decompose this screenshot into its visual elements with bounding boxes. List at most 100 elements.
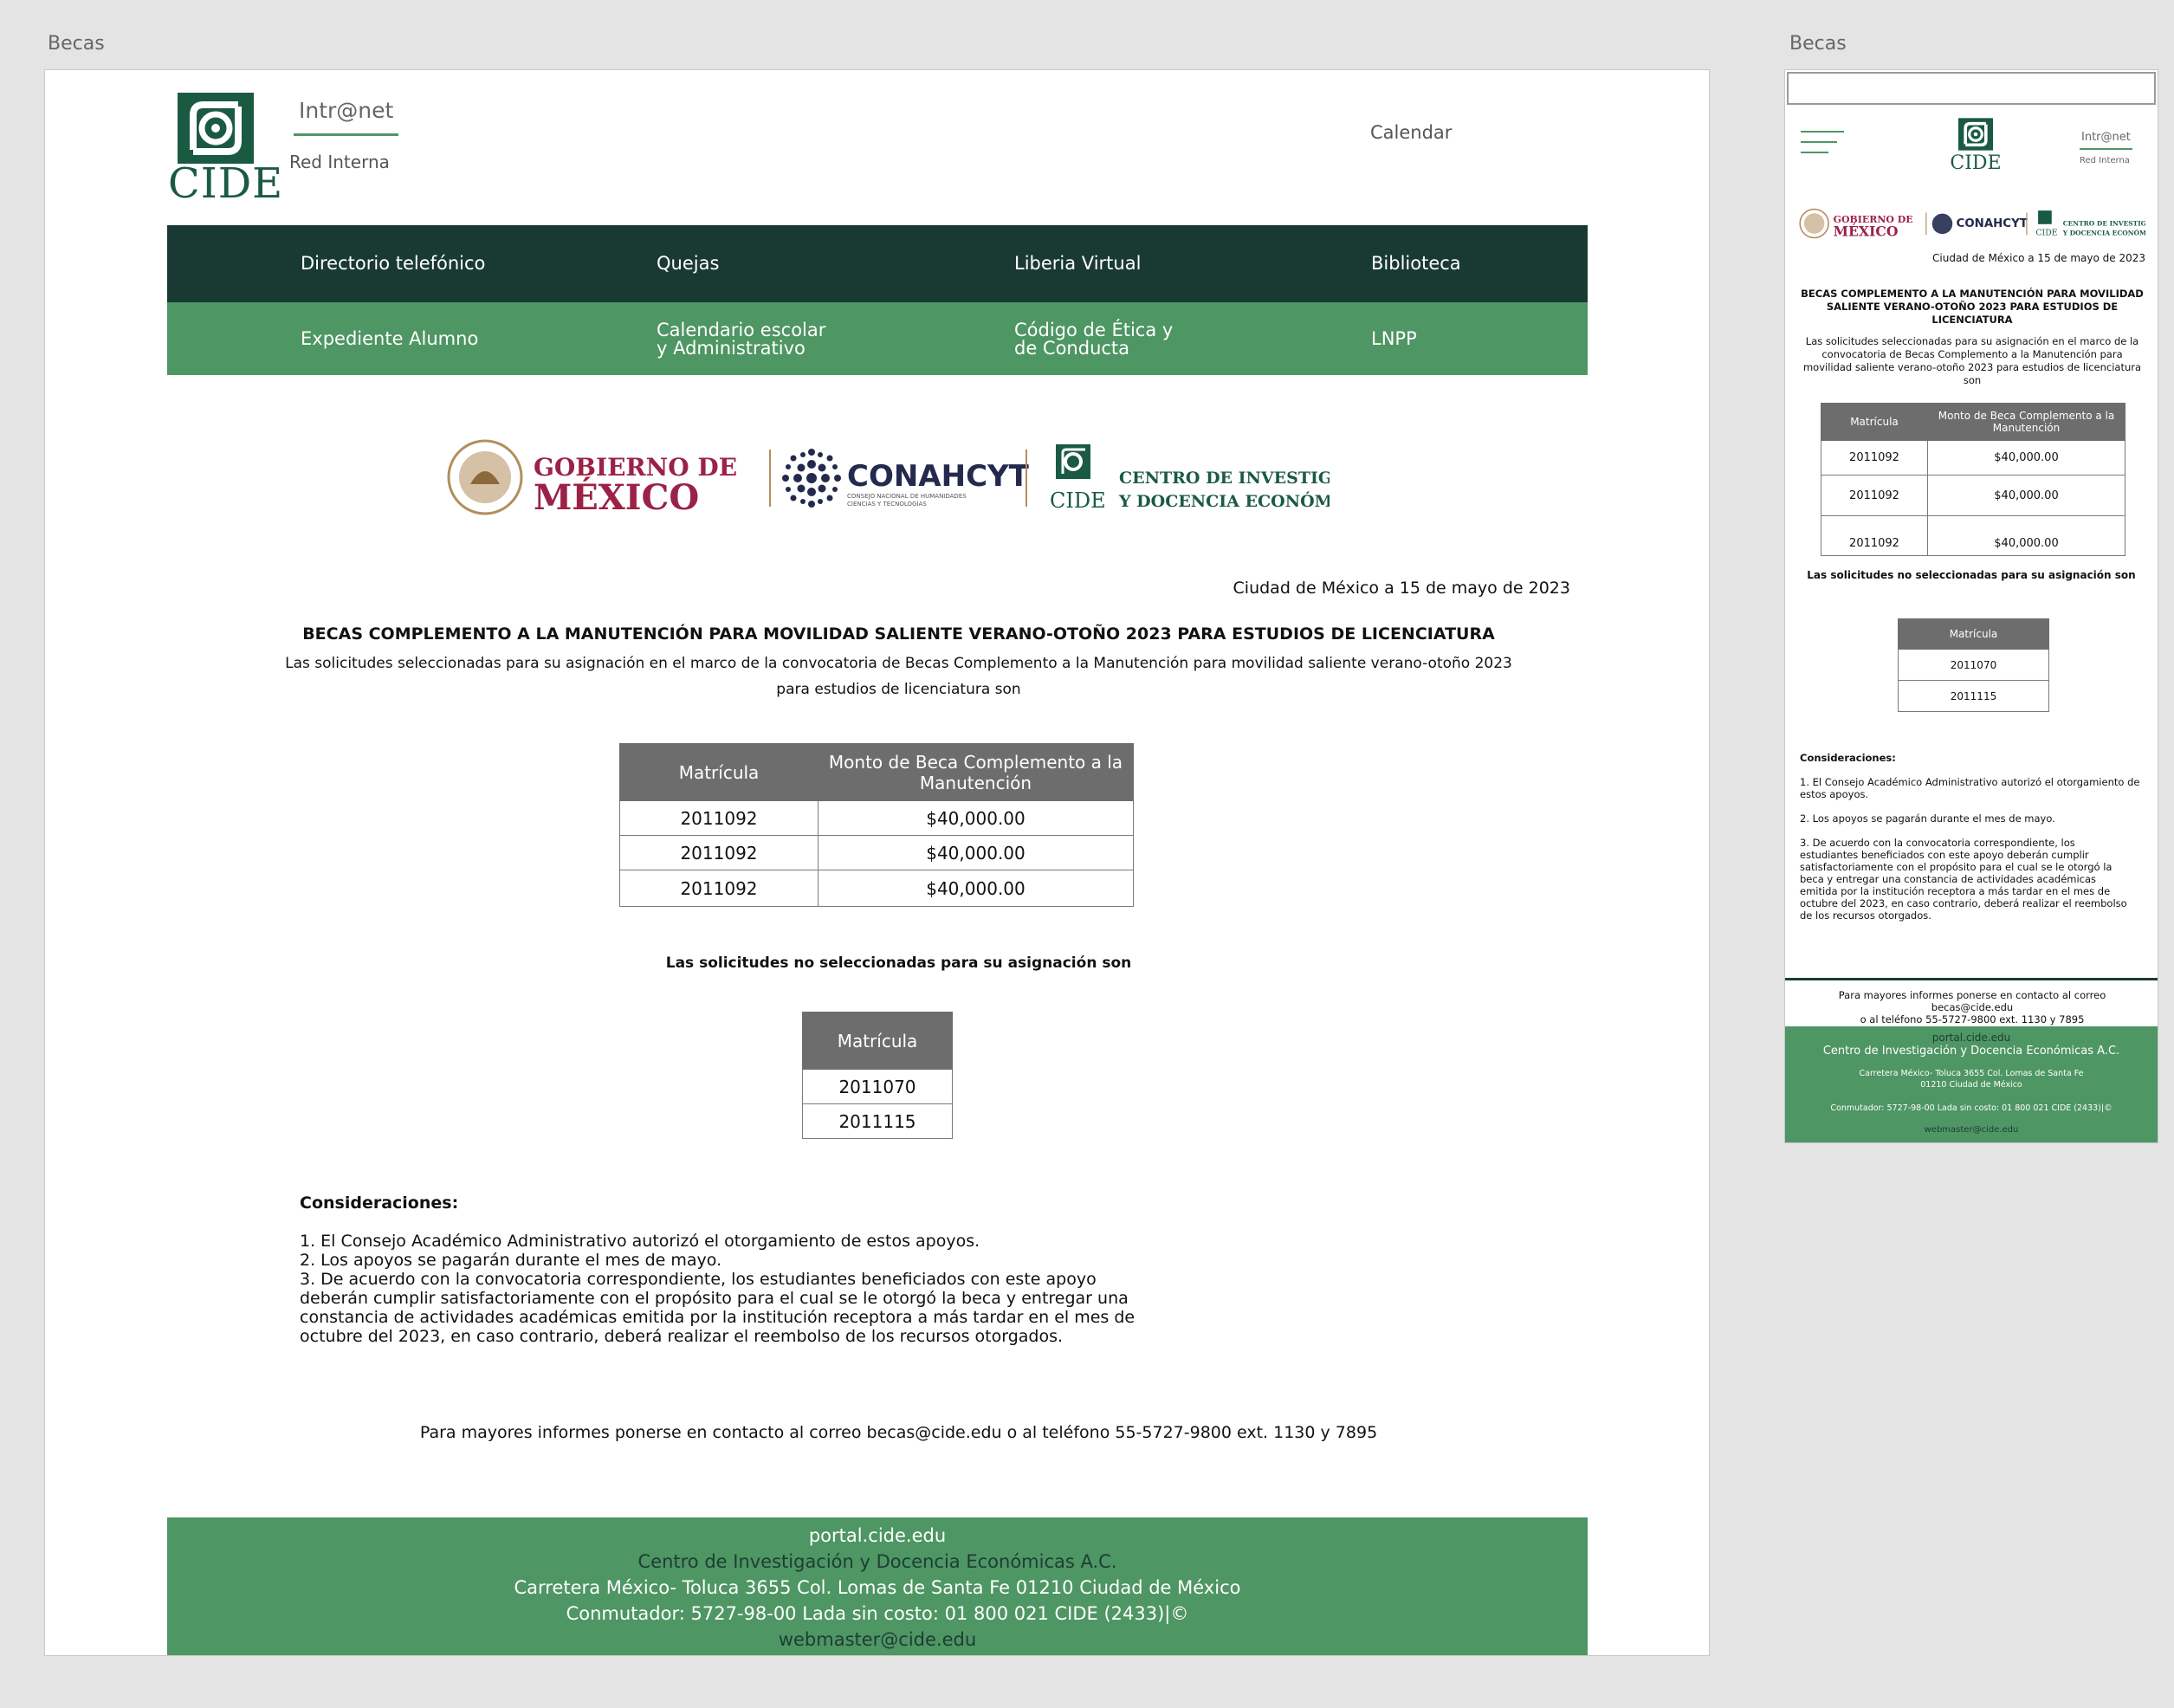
document-subtitle: Las solicitudes seleccionadas para su as… (45, 650, 1709, 702)
mobile-cide-logo[interactable]: CIDE (1945, 118, 2006, 173)
cide-logo-icon (178, 93, 254, 164)
document-date: Ciudad de México a 15 de mayo de 2023 (1233, 579, 1570, 598)
footer-phone: Conmutador: 5727-98-00 Lada sin costo: 0… (566, 1603, 1189, 1624)
col-header-matricula: Matrícula (1821, 403, 1928, 441)
consideration-item: 3. De acuerdo con la convocatoria corres… (1800, 837, 2127, 922)
not-selected-table: Matrícula 2011070 2011115 (802, 1012, 953, 1139)
mobile-considerations-section: Consideraciones: 1. El Consejo Académico… (1800, 752, 2146, 934)
footer-email-link[interactable]: webmaster@cide.edu (167, 1627, 1588, 1653)
contact-line2: o al teléfono 55-5727-9800 ext. 1130 y 7… (1860, 1013, 2085, 1025)
nav-lnpp[interactable]: LNPP (1371, 330, 1417, 348)
mobile-page: CIDE Intr@net Red Interna GOBIERNO DE MÉ… (1784, 69, 2158, 1143)
contact-info: Para mayores informes ponerse en contact… (419, 1423, 1378, 1442)
footer-phone: Conmutador: 5727-98-00 Lada sin costo: 0… (1830, 1103, 2113, 1113)
nav-codigo-line2: de Conducta (1014, 338, 1130, 359)
footer-email-link[interactable]: webmaster@cide.edu (1785, 1124, 2158, 1135)
cell-matricula: 2011070 (1898, 649, 2049, 681)
contact-line1: Para mayores informes ponerse en contact… (1838, 989, 2106, 1013)
footer-org: Centro de Investigación y Docencia Econó… (1822, 1045, 2120, 1058)
considerations-title: Consideraciones: (300, 1194, 459, 1213)
nav-calendario-line1: Calendario escolar (657, 320, 826, 340)
red-interna-label: Red Interna (289, 152, 390, 172)
intranet-link[interactable]: Intr@net (294, 98, 399, 136)
selected-applications-table: Matrícula Monto de Beca Complemento a la… (619, 743, 1134, 907)
table-row: 2011092 $40,000.00 (1821, 515, 2125, 556)
nav-directorio[interactable]: Directorio telefónico (301, 255, 485, 273)
conahcyt-sub2: CIENCIAS Y TECNOLOGÍAS (847, 500, 927, 508)
nav-codigo-etica[interactable]: Código de Ética y de Conducta (1014, 321, 1173, 358)
centro-line2: Y DOCENCIA ECONÓMICAS A.C. (2062, 229, 2145, 236)
table-row: 2011092 $40,000.00 (1821, 475, 2125, 516)
considerations-title: Consideraciones: (1800, 752, 1896, 764)
nav-expediente[interactable]: Expediente Alumno (301, 330, 478, 348)
col-header-matricula: Matrícula (1898, 618, 2049, 650)
table-row: 2011070 (802, 1069, 953, 1104)
conahcyt-wordmark: CONAHCYT (847, 459, 1030, 494)
cide-logo-icon (1958, 118, 1993, 151)
centro-line1: CENTRO DE INVESTIGACIÓN (1119, 468, 1330, 488)
cell-matricula: 2011092 (619, 835, 818, 870)
mobile-site-footer: portal.cide.edu Centro de Investigación … (1785, 1026, 2158, 1142)
mobile-search-bar[interactable] (1787, 72, 2156, 105)
footer-address: Carretera México- Toluca 3655 Col. Lomas… (514, 1577, 1241, 1598)
escudo-nacional-icon (1799, 208, 1829, 239)
nav-expediente-label: Expediente Alumno (301, 328, 479, 349)
cell-monto: $40,000.00 (818, 870, 1134, 907)
cell-matricula: 2011092 (619, 800, 818, 836)
mobile-selected-applications-table: Matrícula Monto de Beca Complemento a la… (1821, 403, 2125, 556)
nav-lnpp-label: LNPP (1371, 328, 1417, 349)
consideration-item: 3. De acuerdo con la convocatoria corres… (300, 1270, 1136, 1346)
gob-line2: MÉXICO (534, 477, 699, 518)
centro-line2: Y DOCENCIA ECONÓMICAS A.C. (1118, 491, 1330, 511)
cide-small-logo-icon (1056, 444, 1090, 479)
consideration-item: 2. Los apoyos se pagarán durante el mes … (1800, 812, 2055, 825)
mobile-institutional-seals-banner: GOBIERNO DE MÉXICO CONAHCYT CIDE CENTRO … (1799, 208, 2145, 240)
cell-matricula: 2011115 (1898, 680, 2049, 712)
nav-liberia-virtual[interactable]: Liberia Virtual (1014, 255, 1141, 273)
footer-portal-link[interactable]: portal.cide.edu (167, 1523, 1588, 1549)
table-row: 2011092 $40,000.00 (1821, 440, 2125, 476)
cide-small-logo-icon (2038, 210, 2052, 224)
conahcyt-dots-icon (782, 449, 841, 508)
cell-matricula: 2011092 (1821, 475, 1928, 516)
nav-calendario-line2: y Administrativo (657, 338, 806, 359)
footer-address-line2: 01210 Ciudad de México (1920, 1080, 2022, 1090)
cell-monto: $40,000.00 (1927, 515, 2125, 556)
nav-codigo-line1: Código de Ética y (1014, 320, 1174, 340)
escudo-nacional-icon (447, 439, 523, 515)
not-selected-title: Las solicitudes no seleccionadas para su… (665, 954, 1132, 972)
frame-label-desktop: Becas (48, 33, 105, 55)
cell-matricula: 2011092 (1821, 440, 1928, 476)
nav-calendario[interactable]: Calendario escolar y Administrativo (657, 321, 825, 358)
cell-matricula: 2011070 (802, 1069, 953, 1104)
col-header-monto: Monto de Beca Complemento a la Manutenci… (818, 743, 1134, 801)
institutional-seals-banner: GOBIERNO DE MÉXICO CONAHCYT CONSEJO NACI… (447, 439, 1330, 518)
cell-matricula: 2011115 (802, 1103, 953, 1139)
site-footer: portal.cide.edu Centro de Investigación … (167, 1517, 1588, 1655)
mobile-not-selected-title: Las solicitudes no seleccionadas para su… (1807, 569, 2136, 581)
mobile-document-date: Ciudad de México a 15 de mayo de 2023 (1932, 252, 2145, 264)
cide-logo[interactable]: CIDE (168, 93, 284, 208)
document-title: BECAS COMPLEMENTO A LA MANUTENCIÓN PARA … (302, 624, 1495, 644)
consideration-item: 1. El Consejo Académico Administrativo a… (300, 1232, 980, 1251)
cell-monto: $40,000.00 (818, 835, 1134, 870)
nav-biblioteca[interactable]: Biblioteca (1371, 255, 1461, 273)
calendar-link[interactable]: Calendar (1370, 122, 1452, 143)
mobile-contact-info: Para mayores informes ponerse en contact… (1802, 989, 2142, 1025)
table-row: 2011092 $40,000.00 (619, 835, 1134, 870)
cide-wordmark: CIDE (168, 159, 284, 208)
subtitle-line2: para estudios de licenciatura son (776, 681, 1021, 698)
nav-quejas[interactable]: Quejas (657, 255, 719, 273)
footer-address-line1: Carretera México- Toluca 3655 Col. Lomas… (1859, 1069, 2084, 1078)
table-row: 2011092 $40,000.00 (619, 800, 1134, 836)
mobile-document-title: BECAS COMPLEMENTO A LA MANUTENCIÓN PARA … (1801, 288, 2144, 326)
footer-org: Centro de Investigación y Docencia Econó… (637, 1551, 1117, 1572)
conahcyt-sub1: CONSEJO NACIONAL DE HUMANIDADES (847, 493, 967, 500)
table-row: 2011115 (802, 1103, 953, 1139)
subtitle-line1: Las solicitudes seleccionadas para su as… (285, 655, 1512, 672)
mobile-intranet-link[interactable]: Intr@net (2080, 131, 2132, 150)
mobile-divider (1785, 978, 2158, 980)
footer-portal-link[interactable]: portal.cide.edu (1785, 1032, 2158, 1044)
hamburger-menu-icon[interactable] (1801, 131, 1844, 162)
desktop-page: CIDE Intr@net Red Interna Calendar Direc… (44, 69, 1710, 1656)
